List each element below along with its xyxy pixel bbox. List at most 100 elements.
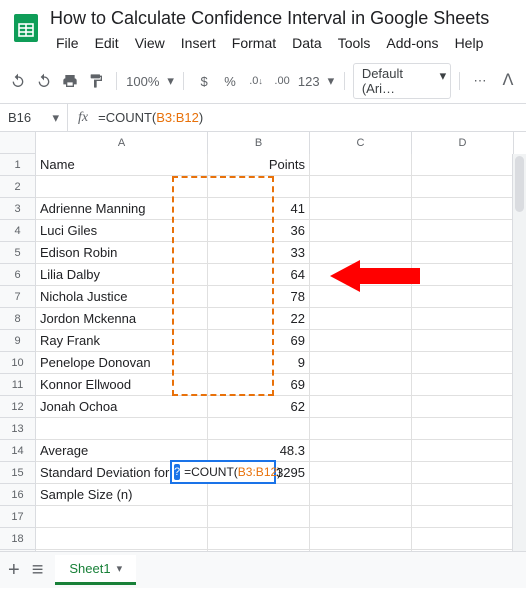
column-header-c[interactable]: C [310, 132, 412, 154]
cell-A4[interactable]: Luci Giles [36, 220, 208, 242]
add-sheet-button[interactable]: + [8, 559, 20, 582]
cell-C1[interactable] [310, 154, 412, 176]
cell-C15[interactable] [310, 462, 412, 484]
cell-C19[interactable] [310, 550, 412, 552]
cell-C12[interactable] [310, 396, 412, 418]
row-header[interactable]: 14 [0, 440, 36, 462]
cell-D9[interactable] [412, 330, 514, 352]
row-header[interactable]: 8 [0, 308, 36, 330]
column-header-b[interactable]: B [208, 132, 310, 154]
increase-decimal-button[interactable]: .00 [270, 68, 294, 94]
row-header[interactable]: 11 [0, 374, 36, 396]
cell-D14[interactable] [412, 440, 514, 462]
decrease-decimal-button[interactable]: .0↓ [244, 68, 268, 94]
cell-D8[interactable] [412, 308, 514, 330]
row-header[interactable]: 19 [0, 550, 36, 552]
redo-button[interactable] [32, 68, 56, 94]
cell-B4[interactable]: 36 [208, 220, 310, 242]
cell-B19[interactable] [208, 550, 310, 552]
cell-B11[interactable]: 69 [208, 374, 310, 396]
cell-A16[interactable]: Sample Size (n) [36, 484, 208, 506]
cell-D18[interactable] [412, 528, 514, 550]
cell-D10[interactable] [412, 352, 514, 374]
cell-D19[interactable] [412, 550, 514, 552]
row-header[interactable]: 3 [0, 198, 36, 220]
cell-A3[interactable]: Adrienne Manning [36, 198, 208, 220]
cell-D1[interactable] [412, 154, 514, 176]
cell-B3[interactable]: 41 [208, 198, 310, 220]
scrollbar-thumb[interactable] [515, 156, 524, 212]
cell-B6[interactable]: 64 [208, 264, 310, 286]
cell-B15[interactable]: 23.20943295 [208, 462, 310, 484]
cell-C10[interactable] [310, 352, 412, 374]
row-header[interactable]: 18 [0, 528, 36, 550]
cell-C14[interactable] [310, 440, 412, 462]
undo-button[interactable] [6, 68, 30, 94]
row-header[interactable]: 1 [0, 154, 36, 176]
cell-B9[interactable]: 69 [208, 330, 310, 352]
cell-A6[interactable]: Lilia Dalby [36, 264, 208, 286]
cell-D3[interactable] [412, 198, 514, 220]
number-format-select[interactable]: 123▾ [296, 68, 336, 94]
cell-B7[interactable]: 78 [208, 286, 310, 308]
document-title[interactable]: How to Calculate Confidence Interval in … [50, 6, 518, 31]
print-button[interactable] [58, 68, 82, 94]
row-header[interactable]: 2 [0, 176, 36, 198]
cell-C17[interactable] [310, 506, 412, 528]
collapse-toolbar-button[interactable]: ᐱ [496, 68, 520, 94]
cell-A14[interactable]: Average [36, 440, 208, 462]
menu-view[interactable]: View [129, 33, 171, 53]
menu-data[interactable]: Data [286, 33, 328, 53]
cell-D13[interactable] [412, 418, 514, 440]
paint-format-button[interactable] [84, 68, 108, 94]
cell-D15[interactable] [412, 462, 514, 484]
cell-A12[interactable]: Jonah Ochoa [36, 396, 208, 418]
cell-C13[interactable] [310, 418, 412, 440]
percent-button[interactable]: % [218, 68, 242, 94]
cell-D6[interactable] [412, 264, 514, 286]
cell-A10[interactable]: Penelope Donovan [36, 352, 208, 374]
menu-addons[interactable]: Add-ons [380, 33, 444, 53]
menu-format[interactable]: Format [226, 33, 282, 53]
cell-D2[interactable] [412, 176, 514, 198]
cell-A7[interactable]: Nichola Justice [36, 286, 208, 308]
row-header[interactable]: 10 [0, 352, 36, 374]
cell-B13[interactable] [208, 418, 310, 440]
row-header[interactable]: 5 [0, 242, 36, 264]
cell-A17[interactable] [36, 506, 208, 528]
menu-file[interactable]: File [50, 33, 85, 53]
cell-C5[interactable] [310, 242, 412, 264]
cell-B16[interactable] [208, 484, 310, 506]
row-header[interactable]: 15 [0, 462, 36, 484]
menu-tools[interactable]: Tools [332, 33, 377, 53]
cell-D17[interactable] [412, 506, 514, 528]
toolbar-overflow[interactable]: ⋯ [468, 68, 492, 94]
cell-A15[interactable]: Standard Deviation formula [36, 462, 208, 484]
cell-A18[interactable] [36, 528, 208, 550]
cell-C4[interactable] [310, 220, 412, 242]
cell-C18[interactable] [310, 528, 412, 550]
menu-edit[interactable]: Edit [89, 33, 125, 53]
cell-A8[interactable]: Jordon Mckenna [36, 308, 208, 330]
row-header[interactable]: 9 [0, 330, 36, 352]
cell-C6[interactable] [310, 264, 412, 286]
currency-button[interactable]: $ [192, 68, 216, 94]
cell-D4[interactable] [412, 220, 514, 242]
cell-A5[interactable]: Edison Robin [36, 242, 208, 264]
cell-B2[interactable] [208, 176, 310, 198]
zoom-select[interactable]: 100%▾ [125, 68, 175, 94]
row-header[interactable]: 13 [0, 418, 36, 440]
cell-D5[interactable] [412, 242, 514, 264]
all-sheets-button[interactable]: ≡ [32, 559, 44, 582]
sheets-logo[interactable] [8, 10, 44, 46]
cell-B14[interactable]: 48.3 [208, 440, 310, 462]
cell-A19[interactable] [36, 550, 208, 552]
cell-B5[interactable]: 33 [208, 242, 310, 264]
cell-A13[interactable] [36, 418, 208, 440]
cell-A2[interactable] [36, 176, 208, 198]
cell-C11[interactable] [310, 374, 412, 396]
row-header[interactable]: 16 [0, 484, 36, 506]
cell-B8[interactable]: 22 [208, 308, 310, 330]
cell-A11[interactable]: Konnor Ellwood [36, 374, 208, 396]
cell-C8[interactable] [310, 308, 412, 330]
